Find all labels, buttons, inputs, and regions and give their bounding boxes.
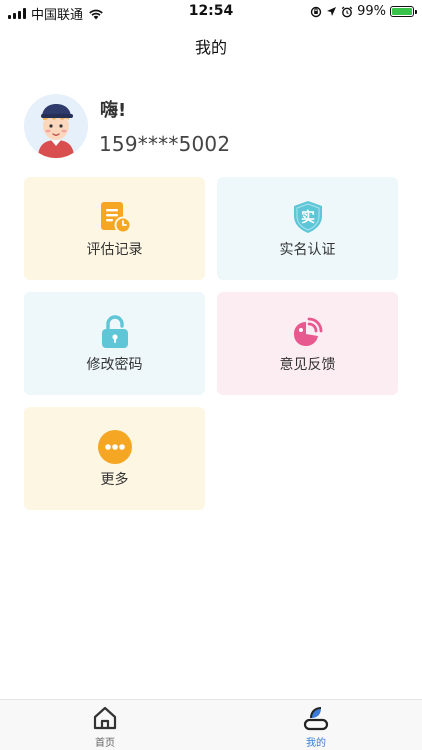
more-icon	[97, 429, 132, 464]
report-icon	[100, 201, 131, 233]
status-right: 99%	[310, 4, 417, 19]
unlock-icon	[101, 314, 128, 348]
tile-label: 更多	[100, 471, 129, 488]
avatar[interactable]	[24, 94, 88, 158]
tab-home[interactable]: 首页	[65, 704, 145, 749]
rotation-lock-icon	[310, 6, 322, 17]
tile-label: 修改密码	[86, 356, 143, 373]
tile-real-name-verify[interactable]: 实 实名认证	[217, 177, 398, 280]
tab-label: 首页	[95, 738, 115, 749]
phone-number: 159****5002	[99, 132, 231, 156]
profile-icon	[303, 707, 329, 731]
tile-assessment-records[interactable]: 评估记录	[24, 177, 205, 280]
tile-label: 评估记录	[86, 241, 143, 258]
svg-text:实: 实	[301, 209, 315, 226]
status-bar: 中国联通 12:54 99%	[0, 0, 422, 24]
tile-change-password[interactable]: 修改密码	[24, 292, 205, 395]
verify-shield-icon: 实	[293, 200, 322, 233]
avatar-boy-icon	[24, 94, 88, 158]
tab-mine[interactable]: 我的	[276, 704, 356, 749]
home-icon	[93, 706, 117, 730]
tile-label: 意见反馈	[279, 356, 336, 373]
battery-icon	[390, 6, 417, 17]
location-icon	[327, 7, 337, 16]
greeting-text: 嗨!	[100, 100, 127, 121]
tile-feedback[interactable]: 意见反馈	[217, 292, 398, 395]
alarm-icon	[341, 6, 353, 17]
tab-bar: 首页 我的	[0, 699, 422, 750]
battery-percent: 99%	[357, 4, 386, 19]
tile-more[interactable]: 更多	[24, 407, 205, 510]
tile-label: 实名认证	[279, 241, 336, 258]
page-title: 我的	[194, 38, 227, 57]
feedback-icon	[293, 317, 322, 346]
tab-label: 我的	[306, 738, 326, 749]
